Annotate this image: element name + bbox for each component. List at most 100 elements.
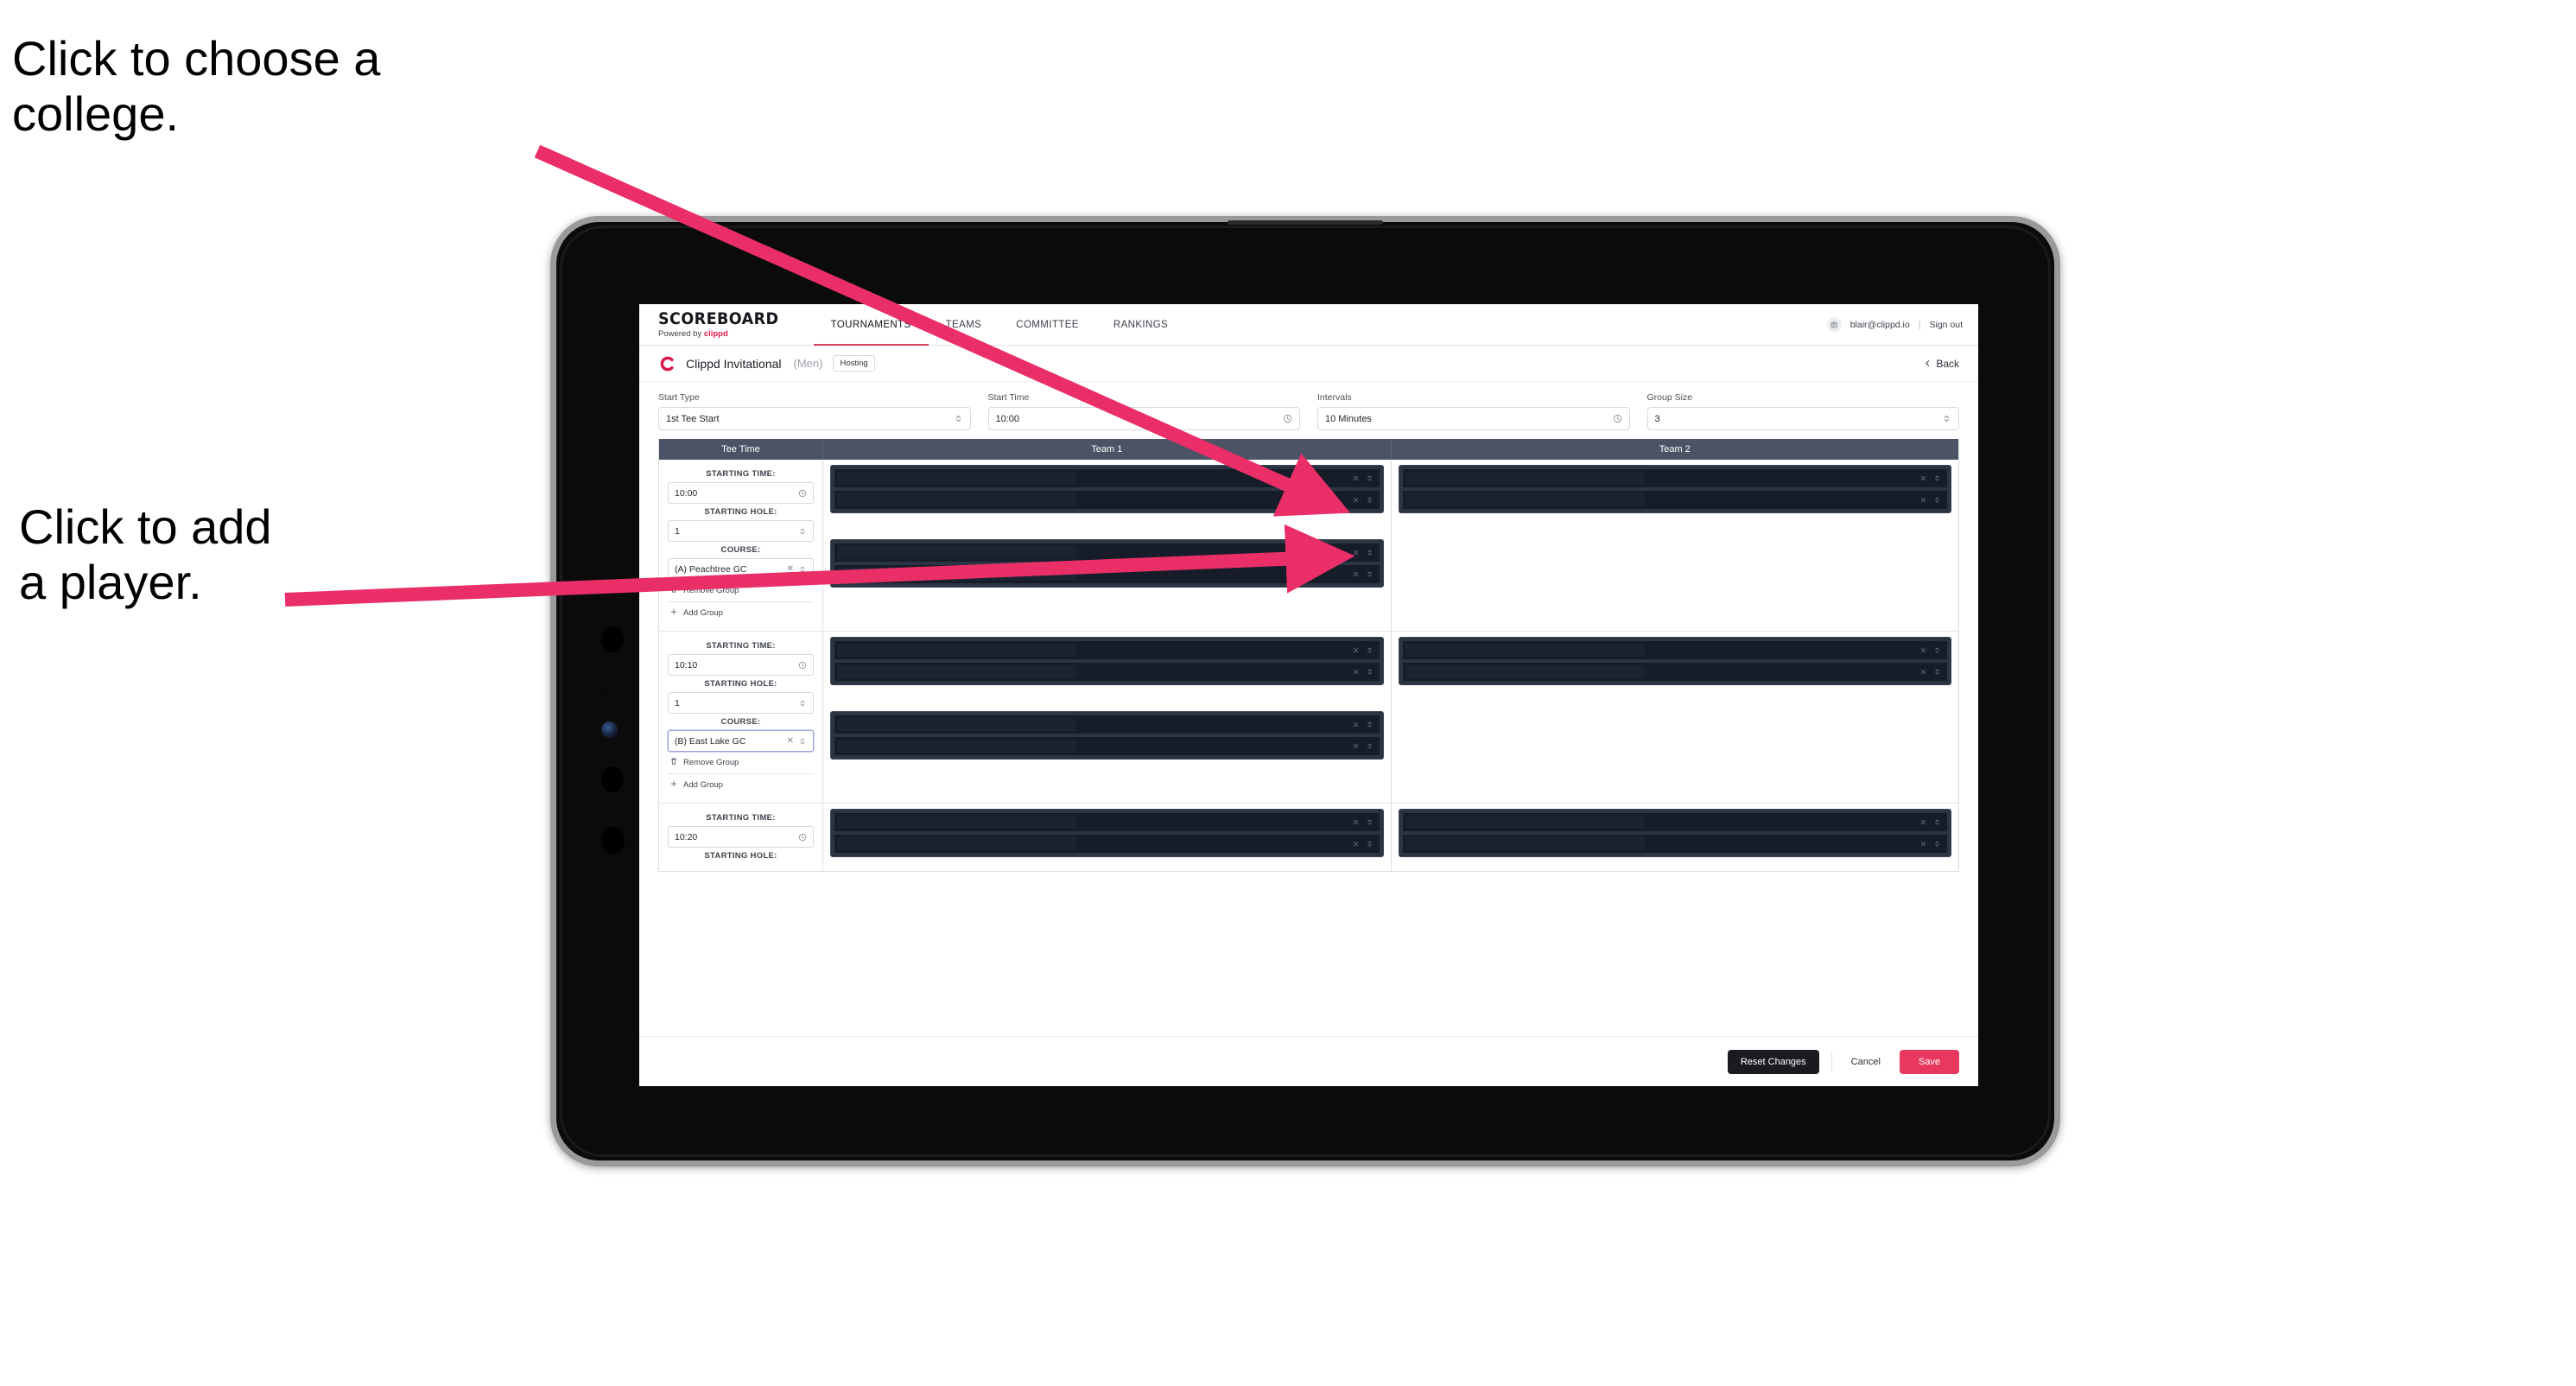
player-slot[interactable] (1401, 662, 1948, 682)
chevron-updown-icon[interactable] (1366, 665, 1374, 678)
player-name-redacted (837, 493, 1077, 506)
clear-icon[interactable] (1919, 644, 1927, 657)
chevron-updown-icon[interactable] (1366, 837, 1374, 850)
player-slot[interactable] (834, 812, 1380, 832)
sign-out-link[interactable]: Sign out (1929, 320, 1963, 330)
chevron-updown-icon[interactable] (1366, 493, 1374, 506)
tee-time-cell: STARTING TIME: 10:00 STARTING HOLE: 1 CO… (659, 460, 823, 631)
player-slot[interactable] (1401, 468, 1948, 488)
clear-icon[interactable] (1919, 665, 1927, 678)
course-select[interactable]: (B) East Lake GC ✕ (668, 730, 814, 752)
clear-icon[interactable] (1352, 568, 1360, 581)
clear-icon[interactable] (1352, 644, 1360, 657)
nav-item-committee[interactable]: COMMITTEE (999, 304, 1096, 345)
scoreboard-logo[interactable]: SCOREBOARD Powered by clippd (658, 304, 814, 345)
clear-icon[interactable] (1352, 740, 1360, 753)
starting-time-input[interactable]: 10:20 (668, 826, 814, 848)
column-header-team-2: Team 2 (1659, 444, 1691, 455)
clear-icon[interactable] (1919, 493, 1927, 506)
chevron-updown-icon[interactable] (1366, 546, 1374, 559)
nav-item-teams[interactable]: TEAMS (929, 304, 999, 345)
player-slot[interactable] (834, 715, 1380, 734)
clear-icon[interactable] (1352, 665, 1360, 678)
course-select[interactable]: (A) Peachtree GC ✕ (668, 558, 814, 580)
player-slot[interactable] (1401, 490, 1948, 510)
starting-time-input[interactable]: 10:00 (668, 482, 814, 504)
player-slot[interactable] (834, 468, 1380, 488)
player-slot[interactable] (1401, 640, 1948, 660)
player-slot[interactable] (834, 490, 1380, 510)
clear-icon[interactable] (1352, 472, 1360, 485)
player-name-redacted (837, 472, 1077, 485)
chevron-updown-icon[interactable] (1366, 816, 1374, 829)
clear-icon[interactable] (1352, 718, 1360, 731)
add-group-button[interactable]: Add Group (668, 602, 814, 624)
filter-intervals: Intervals 10 Minutes (1317, 392, 1630, 430)
chevron-updown-icon[interactable] (1366, 718, 1374, 731)
nav-item-tournaments[interactable]: TOURNAMENTS (813, 304, 929, 346)
clear-icon[interactable] (1919, 472, 1927, 485)
course-label: COURSE: (720, 717, 761, 727)
starting-hole-label: STARTING HOLE: (704, 679, 777, 689)
start-time-value: 10:00 (995, 413, 1020, 424)
player-slot[interactable] (834, 662, 1380, 682)
starting-time-input[interactable]: 10:10 (668, 654, 814, 676)
clear-icon[interactable] (1919, 816, 1927, 829)
remove-group-button[interactable]: Remove Group (668, 752, 814, 774)
filter-label: Group Size (1646, 392, 1693, 403)
intervals-select[interactable]: 10 Minutes (1317, 407, 1630, 430)
clear-icon[interactable]: ✕ (787, 564, 794, 574)
brand-tagline: Powered by clippd (658, 330, 790, 339)
chevron-left-icon (1924, 358, 1932, 370)
group-size-select[interactable]: 3 (1646, 407, 1959, 430)
table-header-row: Tee Time Team 1 Team 2 (659, 439, 1958, 460)
player-slot[interactable] (834, 640, 1380, 660)
reset-changes-button[interactable]: Reset Changes (1727, 1049, 1819, 1074)
player-name-redacted (837, 546, 1077, 559)
save-button[interactable]: Save (1899, 1049, 1959, 1074)
add-group-button[interactable]: Add Group (668, 774, 814, 796)
starting-hole-input[interactable]: 1 (668, 520, 814, 542)
chevron-updown-icon (798, 527, 807, 536)
start-time-input[interactable]: 10:00 (987, 407, 1300, 430)
chevron-updown-icon[interactable] (1366, 472, 1374, 485)
chevron-updown-icon[interactable] (1933, 493, 1941, 506)
nav-item-rankings[interactable]: RANKINGS (1096, 304, 1185, 345)
start-type-select[interactable]: 1st Tee Start (658, 407, 971, 430)
clock-icon (798, 489, 807, 498)
clear-icon[interactable]: ✕ (787, 736, 794, 746)
player-slot[interactable] (834, 736, 1380, 756)
player-group (1398, 465, 1951, 513)
course-value: (A) Peachtree GC (675, 563, 747, 575)
player-slot[interactable] (834, 564, 1380, 584)
remove-group-button[interactable]: Remove Group (668, 580, 814, 602)
chevron-updown-icon[interactable] (1933, 837, 1941, 850)
cancel-button[interactable]: Cancel (1844, 1050, 1888, 1074)
chevron-updown-icon[interactable] (1933, 665, 1941, 678)
starting-hole-input[interactable]: 1 (668, 692, 814, 714)
chevron-updown-icon[interactable] (1366, 644, 1374, 657)
clear-icon[interactable] (1352, 837, 1360, 850)
tee-time-cell: STARTING TIME: 10:10 STARTING HOLE: 1 CO… (659, 632, 823, 803)
annotation-add-player: Click to add a player. (19, 499, 272, 609)
plus-icon (669, 779, 678, 791)
player-slot[interactable] (1401, 812, 1948, 832)
player-slot[interactable] (834, 834, 1380, 854)
player-slot[interactable] (1401, 834, 1948, 854)
player-name-redacted (837, 568, 1077, 581)
player-group (830, 809, 1384, 857)
back-button[interactable]: Back (1924, 358, 1959, 370)
clear-icon[interactable] (1352, 816, 1360, 829)
chevron-updown-icon[interactable] (1933, 816, 1941, 829)
player-slot-actions (1919, 493, 1941, 506)
chevron-updown-icon[interactable] (1933, 472, 1941, 485)
chevron-updown-icon[interactable] (1366, 568, 1374, 581)
clear-icon[interactable] (1352, 546, 1360, 559)
player-name-redacted (837, 837, 1077, 850)
chevron-updown-icon[interactable] (1933, 644, 1941, 657)
clear-icon[interactable] (1352, 493, 1360, 506)
chevron-updown-icon[interactable] (1366, 740, 1374, 753)
player-slot[interactable] (834, 543, 1380, 563)
clear-icon[interactable] (1919, 837, 1927, 850)
avatar[interactable] (1826, 317, 1842, 332)
